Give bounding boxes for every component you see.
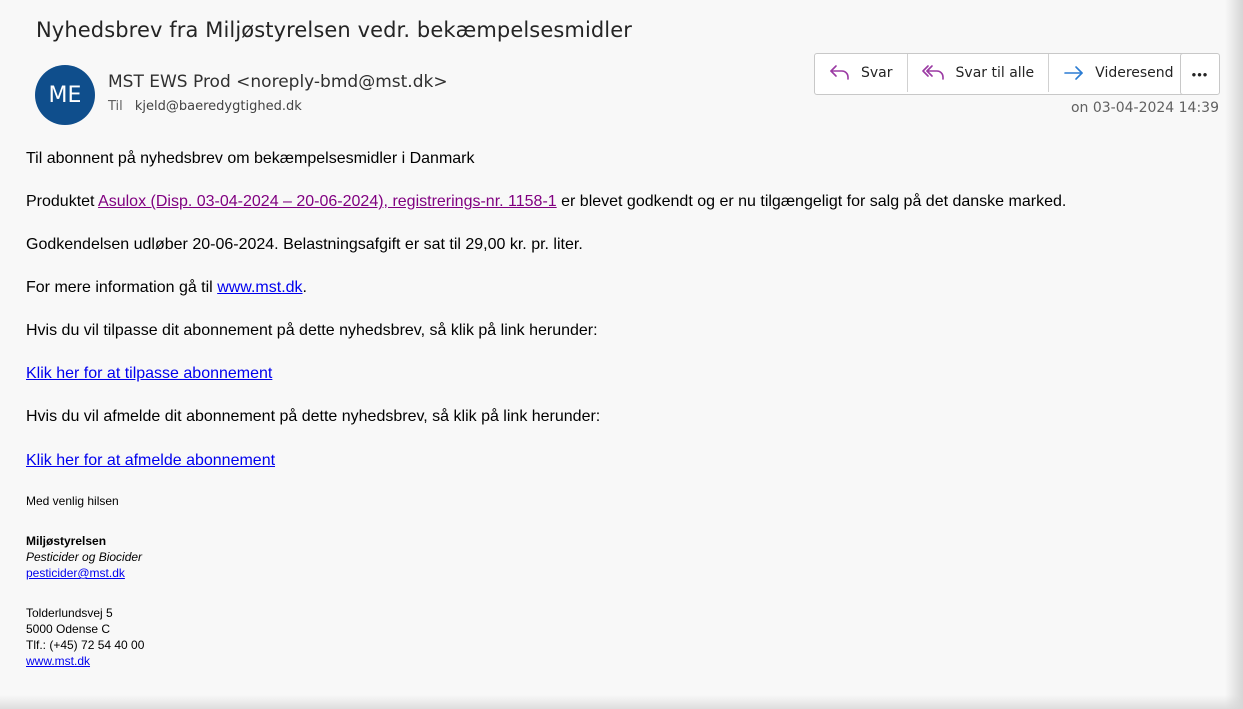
message-actions: Svar Svar til alle Videresend — [814, 53, 1189, 95]
customize-instructions: Hvis du vil tilpasse dit abonnement på d… — [26, 322, 598, 339]
sender-name[interactable]: MST EWS Prod <noreply-bmd@mst.dk> — [108, 72, 448, 92]
to-label: Til — [108, 99, 123, 114]
mst-website-link[interactable]: www.mst.dk — [217, 279, 302, 296]
product-text-after: er blevet godkendt og er nu tilgængeligt… — [556, 193, 1067, 210]
unsubscribe-link[interactable]: Klik her for at afmelde abonnement — [26, 452, 275, 469]
recipient-address[interactable]: kjeld@baeredygtighed.dk — [135, 99, 302, 114]
more-icon: ••• — [1191, 66, 1209, 82]
forward-label: Videresend — [1095, 65, 1174, 81]
product-link[interactable]: Asulox (Disp. 03-04-2024 – 20-06-2024), … — [98, 193, 557, 210]
department-email-link[interactable]: pesticider@mst.dk — [26, 566, 125, 580]
reply-label: Svar — [861, 65, 893, 81]
greeting-text: Med venlig hilsen — [26, 494, 119, 508]
customize-paragraph: Klik her for at tilpasse abonnement — [26, 364, 272, 384]
forward-icon — [1064, 66, 1083, 80]
reply-all-label: Svar til alle — [955, 65, 1035, 81]
department-name: Pesticider og Biocider — [26, 550, 143, 564]
window-bottom-shadow — [0, 695, 1243, 709]
window-edge-shadow — [1225, 0, 1243, 709]
email-subject: Nyhedsbrev fra Miljøstyrelsen vedr. bekæ… — [36, 18, 632, 42]
avatar[interactable]: ME — [35, 65, 95, 125]
city-address: 5000 Odense C — [26, 622, 111, 636]
unsubscribe-paragraph: Klik her for at afmelde abonnement — [26, 451, 275, 471]
recipient-line: Til kjeld@baeredygtighed.dk — [108, 99, 302, 114]
info-text-before: For mere information gå til — [26, 279, 218, 296]
org-name: Miljøstyrelsen — [26, 534, 107, 548]
approval-paragraph: Godkendelsen udløber 20-06-2024. Belastn… — [26, 236, 583, 253]
product-text-before: Produktet — [26, 193, 99, 210]
phone-number: Tlf.: (+45) 72 54 40 00 — [26, 638, 145, 652]
customize-subscription-link[interactable]: Klik her for at tilpasse abonnement — [26, 365, 272, 382]
reply-button[interactable]: Svar — [815, 54, 908, 92]
info-text-after: . — [302, 279, 307, 296]
street-address: Tolderlundsvej 5 — [26, 606, 113, 620]
unsubscribe-instructions: Hvis du vil afmelde dit abonnement på de… — [26, 408, 601, 425]
info-paragraph: For mere information gå til www.mst.dk. — [26, 278, 307, 298]
signature-website-link[interactable]: www.mst.dk — [26, 654, 90, 668]
reply-all-button[interactable]: Svar til alle — [908, 54, 1050, 92]
signature-greeting: Med venlig hilsen — [26, 493, 119, 509]
forward-button[interactable]: Videresend — [1049, 54, 1187, 92]
signature-org-block: Miljøstyrelsen Pesticider og Biocider pe… — [26, 533, 142, 581]
product-paragraph: Produktet Asulox (Disp. 03-04-2024 – 20-… — [26, 192, 1066, 212]
greeting-line: Til abonnent på nyhedsbrev om bekæmpelse… — [26, 150, 475, 167]
reply-all-icon — [921, 65, 944, 80]
reply-icon — [830, 65, 849, 80]
received-date: on 03-04-2024 14:39 — [1070, 100, 1219, 116]
more-actions-button[interactable]: ••• — [1180, 53, 1220, 95]
signature-address-block: Tolderlundsvej 5 5000 Odense C Tlf.: (+4… — [26, 605, 144, 669]
